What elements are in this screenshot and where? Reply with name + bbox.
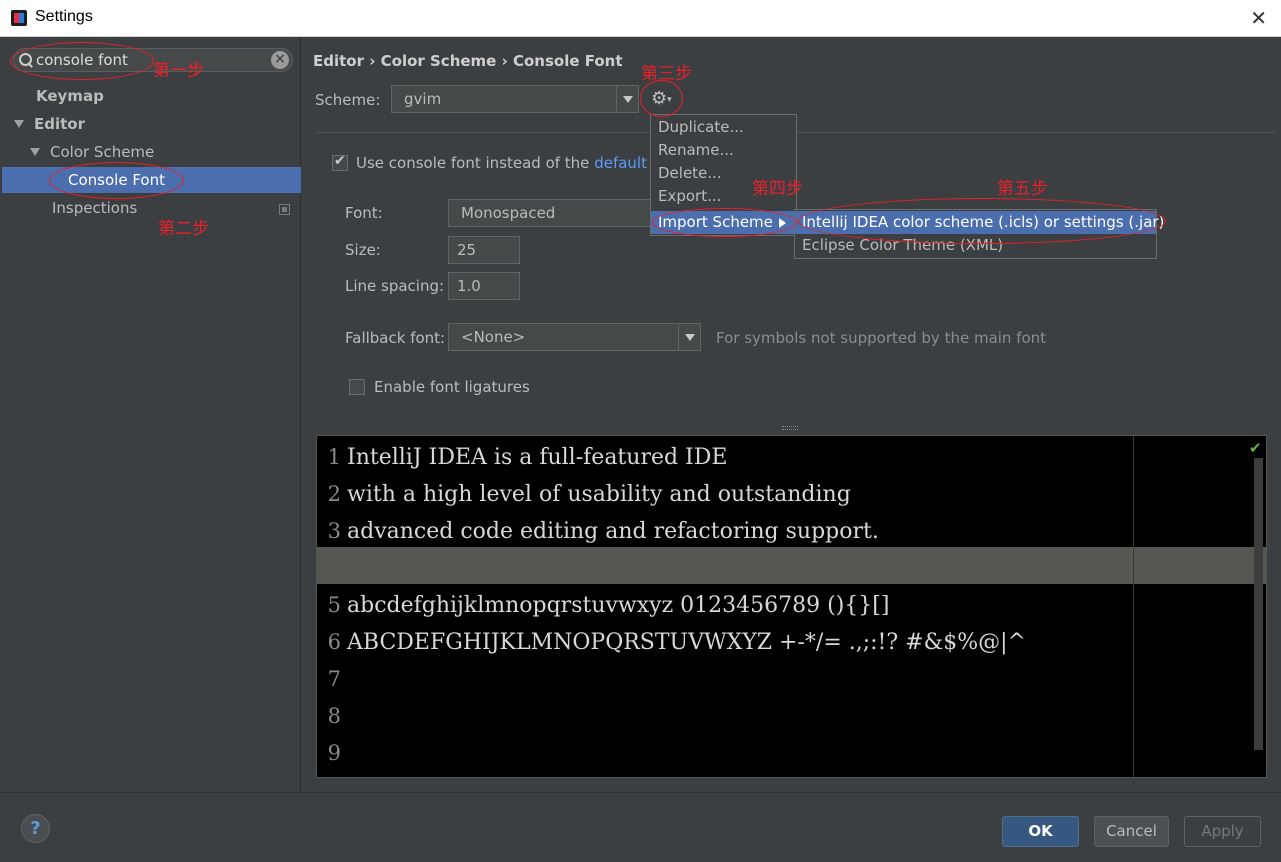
preview-line: 6 ABCDEFGHIJKLMNOPQRSTUVWXYZ +-*/= .,;:!?… [317,624,1133,661]
fallback-font-value: <None> [461,328,526,346]
right-margin-guide [1133,436,1134,777]
line-text: abcdefghijklmnopqrstuvwxyz 0123456789 ()… [347,593,890,618]
scheme-value: gvim [404,90,442,108]
tree-item-label: Keymap [36,87,104,105]
inspection-scope-icon [279,204,290,215]
help-icon[interactable]: ? [21,814,50,843]
preview-line: 3 advanced code editing and refactoring s… [317,513,1133,550]
use-console-font-label: Use console font instead of the default … [356,154,671,172]
preview-line: 8 [317,698,1133,735]
line-number: 1 [327,445,341,469]
expand-arrow-icon[interactable] [30,148,40,156]
ok-button[interactable]: OK [1002,816,1079,847]
line-number: 7 [327,667,341,691]
tree-item-editor[interactable]: Editor [14,111,85,137]
line-spacing-field[interactable]: 1.0 [448,272,520,300]
line-number: 8 [327,704,341,728]
dropdown-arrow-icon[interactable] [616,86,638,112]
font-select[interactable]: Monospaced [448,199,658,227]
annotation-step2: 第二步 [158,219,209,239]
line-number: 3 [327,519,341,543]
preview-line: 5 abcdefghijklmnopqrstuvwxyz 0123456789 (… [317,587,1133,624]
preview-line: 2 with a high level of usability and outs… [317,476,1133,513]
annotation-step5: 第五步 [997,179,1048,199]
annotation-ellipse [652,208,797,237]
annotation-ellipse [798,198,1166,244]
tree-item-label: Editor [34,115,85,133]
window-title: Settings [35,8,93,25]
tree-item-label: Inspections [52,199,138,217]
preview-line: 9 [317,735,1133,772]
tree-item-keymap[interactable]: Keymap [36,83,104,109]
line-text: ABCDEFGHIJKLMNOPQRSTUVWXYZ +-*/= .,;:!? … [347,630,1026,655]
annotation-ellipse [640,80,683,117]
line-number: 9 [327,741,341,765]
annotation-step1: 第一步 [153,61,204,81]
line-number: 2 [327,482,341,506]
splitter-handle[interactable] [782,426,798,430]
size-label: Size: [345,241,381,259]
cancel-button[interactable]: Cancel [1094,816,1169,847]
tree-item-label: Color Scheme [50,143,155,161]
close-icon[interactable]: ✕ [1250,6,1267,30]
size-field[interactable]: 25 [448,236,520,264]
menu-item-duplicate[interactable]: Duplicate... [651,116,796,139]
dialog-footer: ? OK Cancel Apply [0,792,1281,862]
vertical-scrollbar[interactable] [1254,458,1263,750]
clear-search-icon[interactable]: × [271,51,289,69]
font-preview-editor[interactable]: 1 IntelliJ IDEA is a full-featured IDE 2w… [316,435,1267,778]
preview-line: 1 IntelliJ IDEA is a full-featured IDE [317,439,1133,476]
annotation-ellipse [10,42,154,80]
breadcrumb: Editor › Color Scheme › Console Font [313,52,623,70]
settings-sidebar: console font × Keymap Editor Color Schem… [1,38,301,792]
menu-item-rename[interactable]: Rename... [651,139,796,162]
fallback-font-label: Fallback font: [345,329,446,347]
checkmark-icon: ✔ [1249,439,1262,457]
line-number: 6 [327,630,341,654]
line-text: with a high level of usability and outst… [347,482,851,507]
default-link[interactable]: default [594,154,647,172]
dropdown-arrow-icon[interactable] [678,324,700,350]
ligatures-label: Enable font ligatures [374,378,530,396]
line-text: advanced code editing and refactoring su… [347,519,879,544]
use-console-font-checkbox[interactable] [332,153,348,171]
scheme-label: Scheme: [315,91,381,109]
font-label: Font: [345,204,383,222]
scheme-select[interactable]: gvim [391,85,639,113]
apply-button[interactable]: Apply [1184,816,1261,847]
ligatures-checkbox[interactable] [349,379,365,395]
line-spacing-label: Line spacing: [345,277,445,295]
title-bar: Settings ✕ [0,0,1281,37]
annotation-ellipse [49,162,184,199]
app-icon [11,10,27,26]
annotation-step4: 第四步 [752,179,803,199]
line-number: 5 [327,593,341,617]
fallback-font-select[interactable]: <None> [448,323,701,351]
use-console-font-text: Use console font instead of the [356,154,590,172]
tree-item-inspections[interactable]: Inspections [52,195,137,221]
tree-item-color-scheme[interactable]: Color Scheme [30,139,154,165]
expand-arrow-icon[interactable] [14,120,24,128]
preview-line: 7 [317,661,1133,698]
caret-row-highlight [317,547,1266,584]
fallback-hint: For symbols not supported by the main fo… [716,329,1047,347]
font-value: Monospaced [461,204,556,222]
line-text: IntelliJ IDEA is a full-featured IDE [347,445,728,470]
